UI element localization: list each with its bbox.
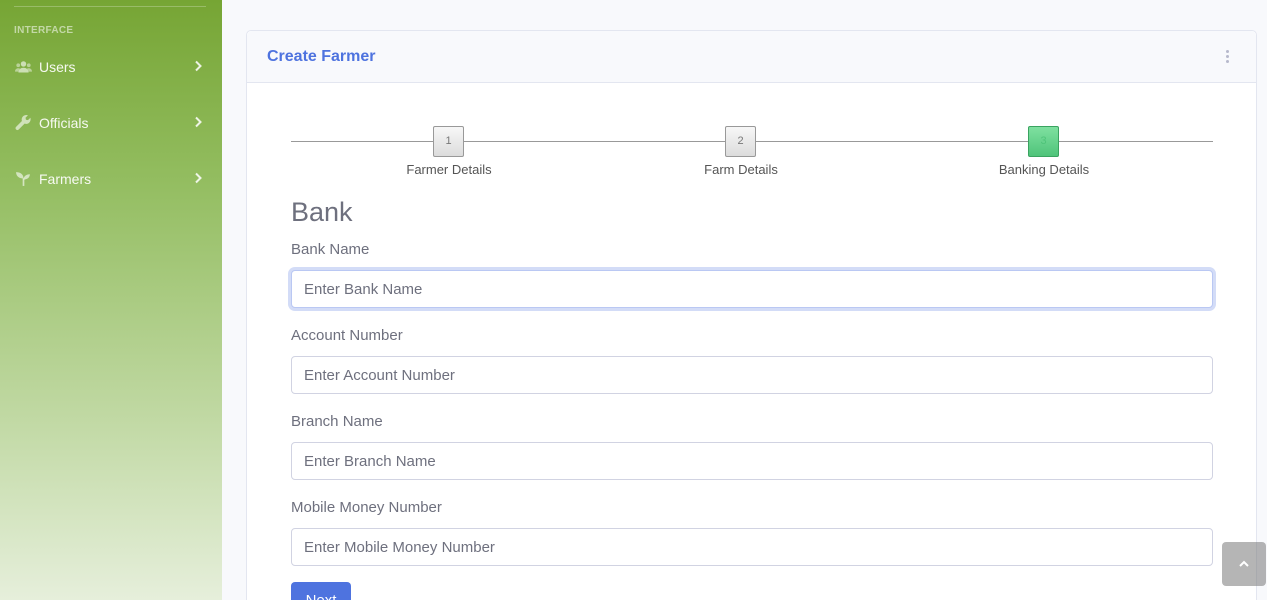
section-title: Bank [291, 197, 353, 227]
sidebar-item-users-label: Users [39, 59, 76, 75]
card-header: Create Farmer [247, 31, 1256, 83]
create-farmer-card: Create Farmer 1 Farmer Details 2 Farm De… [246, 30, 1257, 600]
ellipsis-vertical-icon[interactable] [1224, 50, 1230, 66]
mobile-money-number-input[interactable] [291, 528, 1213, 566]
bank-name-label: Bank Name [291, 241, 370, 258]
bank-name-input[interactable] [291, 270, 1213, 308]
wizard-step-1-label: Farmer Details [406, 162, 492, 177]
card-title: Create Farmer [267, 48, 376, 65]
chevron-right-icon [195, 172, 202, 184]
sidebar-divider [14, 6, 206, 7]
wizard-step-2[interactable]: 2 [725, 126, 756, 157]
seedling-icon [16, 172, 30, 186]
sidebar-item-users[interactable]: Users [0, 46, 222, 86]
chevron-up-icon [1239, 560, 1249, 567]
users-icon [15, 61, 32, 73]
scroll-to-top-button[interactable] [1222, 542, 1266, 586]
sidebar-item-officials[interactable]: Officials [0, 102, 222, 142]
mobile-money-number-label: Mobile Money Number [291, 499, 442, 516]
wizard-step-1[interactable]: 1 [433, 126, 464, 157]
wrench-icon [15, 114, 31, 131]
chevron-right-icon [195, 116, 202, 128]
account-number-label: Account Number [291, 327, 403, 344]
chevron-right-icon [195, 60, 202, 72]
branch-name-input[interactable] [291, 442, 1213, 480]
sidebar-item-farmers[interactable]: Farmers [0, 158, 222, 198]
sidebar-heading: INTERFACE [14, 25, 74, 36]
account-number-input[interactable] [291, 356, 1213, 394]
wizard-step-2-label: Farm Details [704, 162, 778, 177]
sidebar-item-farmers-label: Farmers [39, 171, 92, 187]
branch-name-label: Branch Name [291, 413, 383, 430]
wizard-step-3-label: Banking Details [998, 162, 1090, 177]
sidebar-item-officials-label: Officials [39, 115, 89, 131]
sidebar: INTERFACE Users Officials Farmers [0, 0, 222, 600]
wizard-step-3[interactable]: 3 [1028, 126, 1059, 157]
next-button[interactable]: Next [291, 582, 351, 600]
